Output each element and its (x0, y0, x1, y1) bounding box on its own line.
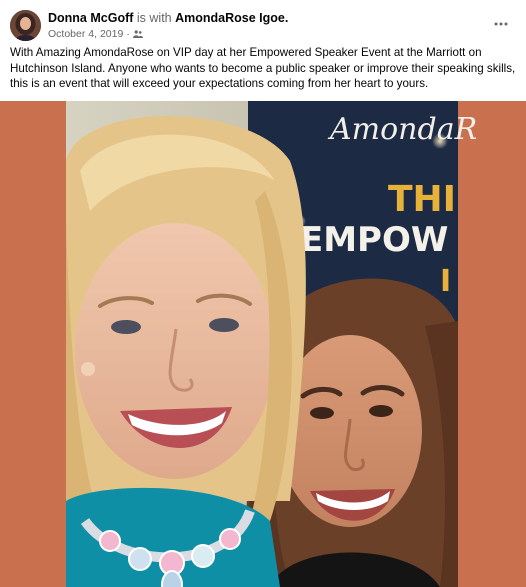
tagged-person[interactable]: AmondaRose Igoe. (175, 11, 288, 25)
date-separator: · (126, 28, 130, 40)
banner-line1: THI (388, 179, 456, 220)
author-name[interactable]: Donna McGoff (48, 11, 133, 25)
more-options-icon[interactable] (490, 16, 512, 32)
with-text: is with (136, 11, 172, 25)
post-header: Donna McGoff is with AmondaRose Igoe. Oc… (10, 10, 516, 42)
banner-line2: EMPOW (300, 220, 448, 260)
author-avatar[interactable] (10, 10, 41, 41)
banner-script: AmondaR (327, 112, 477, 147)
friends-icon (132, 30, 143, 38)
banner-line3: I (440, 264, 451, 299)
post-date[interactable]: October 4, 2019 (48, 28, 123, 40)
author-line: Donna McGoff is with AmondaRose Igoe. (48, 11, 288, 25)
post-meta: October 4, 2019 · (48, 28, 143, 40)
post-text: With Amazing AmondaRose on VIP day at he… (10, 46, 516, 90)
post-photo[interactable]: AmondaR THI EMPOW I (0, 101, 526, 587)
facebook-post: Donna McGoff is with AmondaRose Igoe. Oc… (0, 0, 526, 587)
